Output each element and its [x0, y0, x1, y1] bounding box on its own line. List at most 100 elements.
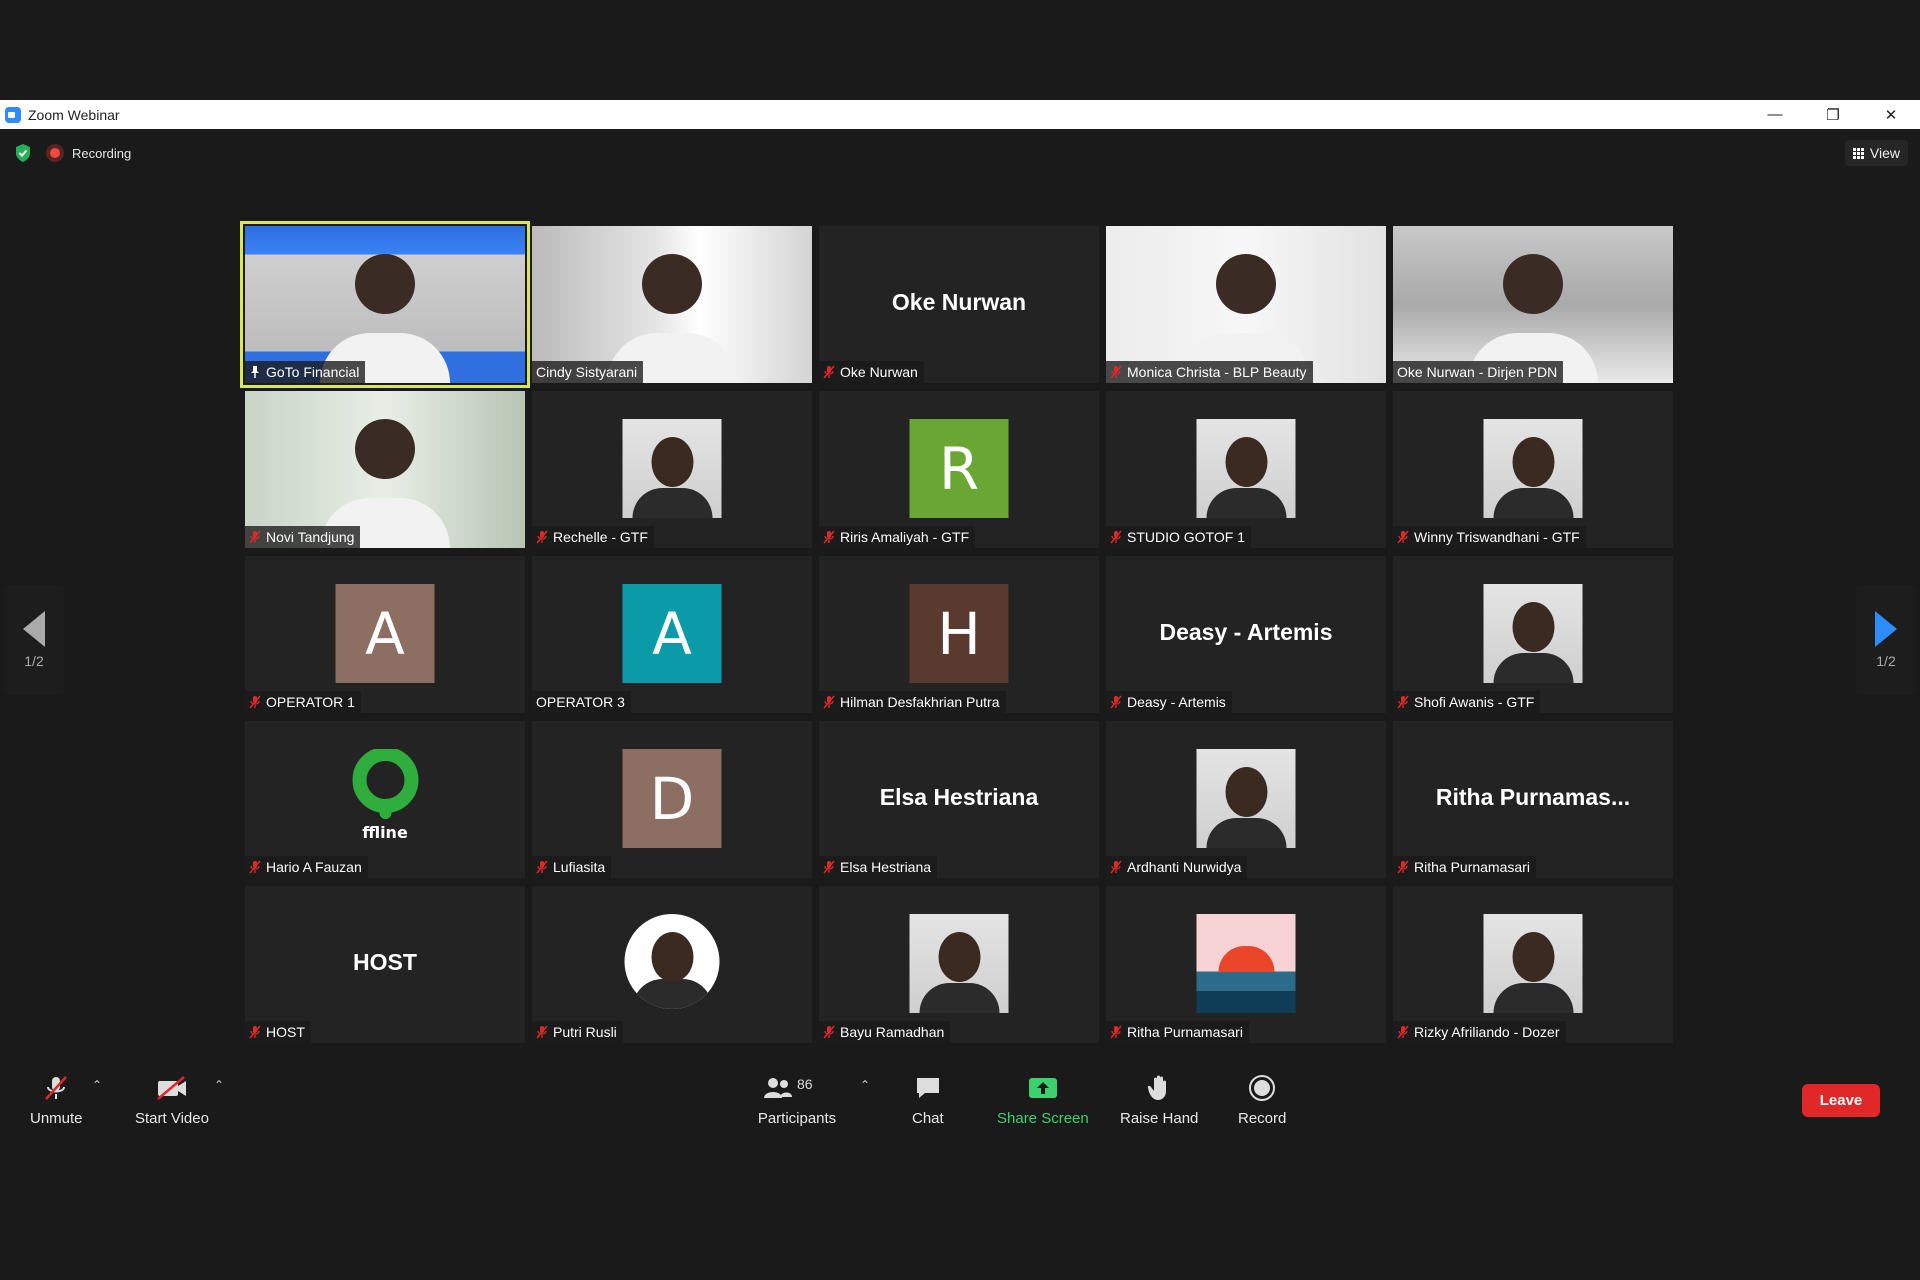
participant-tile[interactable]: A OPERATOR 1	[245, 556, 525, 713]
avatar: A	[335, 584, 435, 683]
grid-view-icon	[1852, 147, 1864, 159]
participant-tile[interactable]: Ritha Purnamas... Ritha Purnamasari	[1393, 721, 1673, 878]
avatar: A	[622, 584, 722, 683]
participant-tile[interactable]: A OPERATOR 3	[532, 556, 812, 713]
video-options-caret[interactable]: ⌃	[214, 1078, 224, 1092]
participant-tile[interactable]: Novi Tandjung	[245, 391, 525, 548]
participant-display-name: HOST	[353, 948, 417, 975]
raise-hand-label: Raise Hand	[1120, 1110, 1199, 1127]
pin-icon	[249, 365, 261, 379]
previous-page-button[interactable]: 1/2	[4, 585, 64, 695]
chevron-right-icon	[1875, 611, 1897, 647]
participant-nametag: GoTo Financial	[245, 361, 366, 383]
participant-tile[interactable]: HOST HOST	[245, 886, 525, 1043]
share-screen-icon	[1027, 1074, 1059, 1102]
participant-nametag: OPERATOR 1	[245, 691, 361, 713]
participant-tile[interactable]: R Riris Amaliyah - GTF	[819, 391, 1099, 548]
logo-text: ffline	[362, 823, 408, 842]
participants-options-caret[interactable]: ⌃	[860, 1078, 870, 1092]
participant-name: Ritha Purnamasari	[1414, 859, 1530, 875]
shield-check-icon[interactable]	[14, 143, 32, 163]
meeting-toolbar: Unmute ⌃ Start Video ⌃ 86 Participants ⌃…	[0, 1058, 1920, 1148]
participant-name: HOST	[266, 1024, 305, 1040]
profile-photo	[1483, 914, 1583, 1013]
next-page-button[interactable]: 1/2	[1856, 585, 1916, 695]
raise-hand-button[interactable]: Raise Hand	[1120, 1074, 1198, 1127]
participant-name: Oke Nurwan - Dirjen PDN	[1397, 364, 1558, 380]
participant-tile[interactable]: Shofi Awanis - GTF	[1393, 556, 1673, 713]
person-head	[1225, 767, 1267, 817]
participant-name: Oke Nurwan	[840, 364, 918, 380]
participant-tile[interactable]: Oke Nurwan Oke Nurwan	[819, 226, 1099, 383]
audio-options-caret[interactable]: ⌃	[92, 1078, 102, 1092]
participant-tile[interactable]: STUDIO GOTOF 1	[1106, 391, 1386, 548]
participant-nametag: Shofi Awanis - GTF	[1393, 691, 1541, 713]
profile-photo	[1196, 749, 1296, 848]
start-video-button[interactable]: Start Video	[135, 1074, 209, 1127]
participant-tile[interactable]: Monica Christa - BLP Beauty	[1106, 226, 1386, 383]
participant-name: Winny Triswandhani - GTF	[1414, 529, 1580, 545]
chat-label: Chat	[912, 1110, 944, 1127]
participants-button[interactable]: 86 Participants	[757, 1074, 837, 1127]
mic-off-icon	[536, 860, 548, 874]
profile-photo	[909, 914, 1009, 1013]
participant-nametag: Cindy Sistyarani	[532, 361, 644, 383]
person-silhouette	[1216, 254, 1276, 314]
participant-name: Rechelle - GTF	[553, 529, 648, 545]
participant-nametag: OPERATOR 3	[532, 691, 631, 713]
participant-tile[interactable]: D Lufiasita	[532, 721, 812, 878]
start-video-label: Start Video	[135, 1110, 209, 1127]
logo-dot	[379, 807, 391, 819]
person-body	[1206, 488, 1286, 518]
participant-nametag: HOST	[245, 1021, 311, 1043]
participant-tile[interactable]: Ardhanti Nurwidya	[1106, 721, 1386, 878]
participant-name: Ardhanti Nurwidya	[1127, 859, 1242, 875]
zoom-logo-icon	[5, 106, 21, 123]
participant-tile[interactable]: Deasy - Artemis Deasy - Artemis	[1106, 556, 1386, 713]
participant-nametag: Rechelle - GTF	[532, 526, 654, 548]
participant-nametag: Rizky Afriliando - Dozer	[1393, 1021, 1566, 1043]
participant-tile[interactable]: H Hilman Desfakhrian Putra	[819, 556, 1099, 713]
participant-video	[1106, 226, 1386, 383]
gojek-offline-logo: ffline	[335, 749, 435, 848]
participant-tile[interactable]: Ritha Purnamasari	[1106, 886, 1386, 1043]
participant-tile[interactable]: GoTo Financial	[240, 221, 530, 388]
leave-button[interactable]: Leave	[1802, 1084, 1880, 1117]
unmute-button[interactable]: Unmute	[30, 1074, 83, 1127]
participant-tile[interactable]: Bayu Ramadhan	[819, 886, 1099, 1043]
unmute-label: Unmute	[30, 1110, 83, 1127]
status-bar: Recording	[14, 143, 131, 163]
page-indicator-right: 1/2	[1876, 653, 1896, 669]
participant-video	[245, 391, 525, 548]
participant-nametag: Oke Nurwan - Dirjen PDN	[1393, 361, 1564, 383]
share-screen-button[interactable]: Share Screen	[997, 1074, 1089, 1127]
minimize-icon[interactable]: —	[1746, 100, 1804, 129]
participant-nametag: Monica Christa - BLP Beauty	[1106, 361, 1313, 383]
record-icon	[1248, 1074, 1276, 1102]
record-button[interactable]: Record	[1238, 1074, 1286, 1127]
participant-name: Bayu Ramadhan	[840, 1024, 945, 1040]
mic-off-icon	[823, 530, 835, 544]
participant-tile[interactable]: Cindy Sistyarani	[532, 226, 812, 383]
avatar: R	[909, 419, 1009, 518]
person-silhouette	[1503, 254, 1563, 314]
mic-off-icon	[1110, 1025, 1122, 1039]
participant-tile[interactable]: Winny Triswandhani - GTF	[1393, 391, 1673, 548]
participant-tile[interactable]: Putri Rusli	[532, 886, 812, 1043]
mic-off-icon	[249, 1025, 261, 1039]
restore-icon[interactable]: ❐	[1804, 100, 1862, 129]
chat-button[interactable]: Chat	[912, 1074, 944, 1127]
participant-nametag: Elsa Hestriana	[819, 856, 938, 878]
close-icon[interactable]: ✕	[1862, 100, 1920, 129]
participant-tile[interactable]: Elsa Hestriana Elsa Hestriana	[819, 721, 1099, 878]
view-label: View	[1869, 145, 1900, 161]
participant-name: Rizky Afriliando - Dozer	[1414, 1024, 1560, 1040]
participant-tile[interactable]: Rizky Afriliando - Dozer	[1393, 886, 1673, 1043]
participant-tile[interactable]: ffline Hario A Fauzan	[245, 721, 525, 878]
meeting-area: Recording View 1/2 1/2 GoTo Financial Cin…	[0, 129, 1920, 1280]
participant-tile[interactable]: Rechelle - GTF	[532, 391, 812, 548]
participant-nametag: Lufiasita	[532, 856, 612, 878]
view-button[interactable]: View	[1844, 140, 1908, 166]
participant-display-name: Deasy - Artemis	[1159, 618, 1333, 645]
participant-tile[interactable]: Oke Nurwan - Dirjen PDN	[1393, 226, 1673, 383]
